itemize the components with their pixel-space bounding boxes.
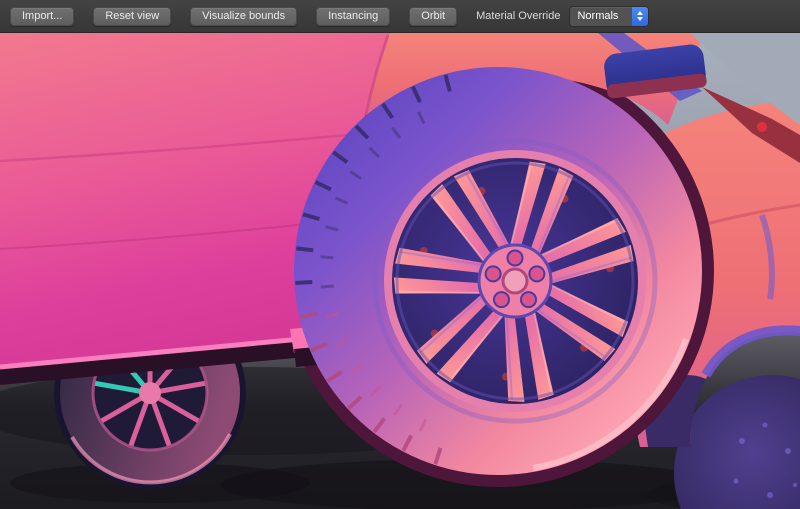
material-override-value: Normals (570, 7, 632, 26)
model-viewer-app: Import... Reset view Visualize bounds In… (0, 0, 800, 509)
orbit-button[interactable]: Orbit (409, 7, 457, 26)
viewport (0, 33, 800, 509)
marker-light (757, 122, 767, 132)
chevron-up-down-icon (632, 7, 648, 26)
material-override-select[interactable]: Normals (569, 6, 649, 27)
import-button[interactable]: Import... (10, 7, 74, 26)
viewport-3d[interactable] (0, 33, 800, 509)
visualize-bounds-button[interactable]: Visualize bounds (190, 7, 297, 26)
toolbar: Import... Reset view Visualize bounds In… (0, 0, 800, 33)
material-override-group: Material Override Normals (476, 6, 649, 27)
instancing-button[interactable]: Instancing (316, 7, 390, 26)
reset-view-button[interactable]: Reset view (93, 7, 171, 26)
front-wheel (294, 67, 702, 475)
material-override-label: Material Override (476, 10, 560, 22)
